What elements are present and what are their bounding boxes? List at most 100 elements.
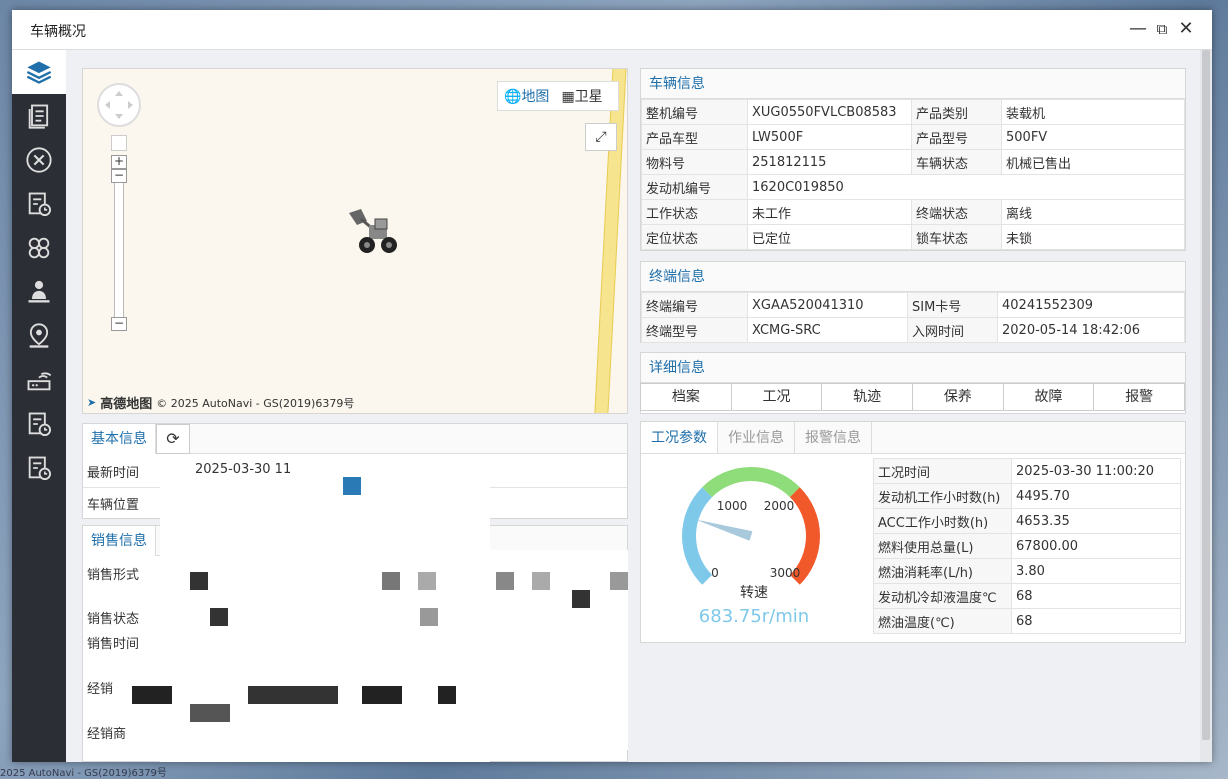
redaction-pixel (418, 572, 436, 590)
sidebar-item-document[interactable] (12, 94, 66, 138)
scrollbar-thumb[interactable] (1202, 50, 1210, 740)
sidebar-item-report-1[interactable] (12, 182, 66, 226)
table-row: 燃油温度(℃) 68 (873, 608, 1181, 634)
window-title: 车辆概况 (30, 24, 86, 40)
gauge-tick-2000: 2000 (764, 499, 795, 513)
sidebar-item-report-3[interactable] (12, 446, 66, 490)
gauge-tick-1000: 1000 (717, 499, 748, 513)
work-condition-tab[interactable]: 工况参数 (641, 422, 718, 453)
param-value: 68 (1011, 583, 1181, 609)
zoom-in-button[interactable]: + (111, 155, 127, 169)
detail-tab[interactable]: 故障 (1002, 383, 1095, 411)
param-label: 燃油温度(℃) (873, 608, 1012, 634)
table-row: ACC工作小时数(h) 4653.35 (873, 508, 1181, 534)
zoom-locate-button[interactable] (111, 135, 127, 151)
field-value: 40241552309 (997, 292, 1185, 318)
window-scrollbar[interactable] (1200, 50, 1212, 762)
zoom-out-button-top[interactable]: − (111, 169, 127, 183)
work-condition-tab[interactable]: 报警信息 (795, 422, 872, 453)
sidebar-item-apps[interactable] (12, 226, 66, 270)
sales-info-tab[interactable]: 销售信息 (83, 526, 156, 556)
map-road (593, 69, 627, 413)
sales-time-label: 销售时间 (87, 637, 140, 652)
work-condition-tab[interactable]: 作业信息 (718, 422, 795, 453)
sidebar-item-person[interactable] (12, 270, 66, 314)
table-row: 发动机冷却液温度℃ 68 (873, 583, 1181, 609)
field-value: 2020-05-14 18:42:06 (997, 317, 1185, 343)
maximize-button[interactable]: ⧉ (1150, 18, 1174, 42)
field-value: XUG0550FVLCB08583 (747, 99, 912, 125)
redaction-pixel (610, 572, 628, 590)
field-label: 产品类别 (911, 99, 1002, 125)
terminal-info-table: 终端编号 XGAA520041310 SIM卡号 40241552309 终端型号 XCM… (641, 292, 1185, 343)
param-label: 发动机工作小时数(h) (873, 483, 1012, 509)
map-pan-control[interactable] (97, 83, 141, 127)
gauge-value: 683.75r/min (699, 606, 809, 627)
redaction-pixel (532, 572, 550, 590)
detail-info-title: 详细信息 (641, 353, 1185, 383)
refresh-button[interactable]: ⟳ (156, 424, 190, 454)
field-value: XGAA520041310 (747, 292, 908, 318)
sales-form-label: 销售形式 (87, 568, 140, 583)
param-label: 发动机冷却液温度℃ (873, 583, 1012, 609)
map-view[interactable]: + − − 🌐地图 ▦卫星 ⤢ ➤ 高德地图 © 2025 AutoNavi -… (82, 68, 628, 414)
sidebar-item-report-2[interactable] (12, 402, 66, 446)
redaction-pixel (382, 572, 400, 590)
work-condition-panel: 工况参数 作业信息 报警信息 0 1000 2000 3000 转速 683.75r… (640, 421, 1186, 643)
field-value: 已定位 (747, 224, 912, 250)
detail-tab[interactable]: 保养 (912, 383, 1004, 411)
gauge-needle (695, 519, 753, 541)
map-type-satellite[interactable]: ▦卫星 (555, 86, 608, 106)
latest-time-value: 2025-03-30 11 (195, 462, 292, 477)
background-map-credit: 2025 AutoNavi - GS(2019)6379号 (0, 768, 167, 779)
map-type-map-label: 地图 (521, 89, 550, 105)
detail-tab[interactable]: 工况 (730, 383, 823, 411)
basic-info-tab[interactable]: 基本信息 (83, 424, 156, 454)
detail-tab[interactable]: 报警 (1093, 383, 1186, 411)
param-label: 燃油消耗率(L/h) (873, 558, 1012, 584)
redaction-pixel (496, 572, 514, 590)
redaction-pixel (210, 608, 228, 626)
field-label: 工作状态 (641, 199, 748, 225)
field-value: 未工作 (747, 199, 912, 225)
vehicle-info-title: 车辆信息 (641, 69, 1185, 99)
person-icon (28, 280, 50, 303)
report-clock-icon (28, 412, 52, 437)
zoom-out-button[interactable]: − (111, 317, 127, 331)
detail-tab[interactable]: 轨迹 (821, 383, 914, 411)
param-value: 68 (1011, 608, 1181, 634)
sales-status-label: 销售状态 (87, 612, 140, 627)
table-row: 产品车型 LW500F 产品型号 500FV (641, 124, 1185, 150)
sidebar-item-router[interactable] (12, 358, 66, 402)
table-row: 燃料使用总量(L) 67800.00 (873, 533, 1181, 559)
map-brand: 高德地图 (100, 397, 153, 412)
redaction-pixel (190, 704, 230, 722)
field-value: LW500F (747, 124, 912, 150)
table-row: 工况时间 2025-03-30 11:00:20 (873, 458, 1181, 484)
report-clock-icon (28, 192, 52, 217)
param-value: 4653.35 (1011, 508, 1181, 534)
field-label: 发动机编号 (641, 174, 748, 200)
sidebar-item-layers[interactable] (12, 50, 66, 94)
terminal-info-title: 终端信息 (641, 262, 1185, 292)
field-label: 定位状态 (641, 224, 748, 250)
detail-tab[interactable]: 档案 (640, 383, 732, 411)
redaction-pixel (362, 686, 402, 704)
dealer-label-1: 经销 (87, 682, 114, 697)
sidebar-item-tools[interactable] (12, 138, 66, 182)
pan-arrows-icon (105, 91, 133, 119)
map-type-map[interactable]: 🌐地图 (498, 86, 555, 106)
fullscreen-button[interactable]: ⤢ (585, 123, 617, 151)
redaction-pixel (343, 477, 361, 495)
map-type-switch: 🌐地图 ▦卫星 (497, 81, 619, 111)
close-button[interactable]: ✕ (1174, 18, 1198, 42)
field-label: 终端编号 (641, 292, 748, 318)
sidebar-item-location[interactable] (12, 314, 66, 358)
minimize-button[interactable]: — (1126, 18, 1150, 42)
vehicle-info-table: 整机编号 XUG0550FVLCB08583 产品类别 装载机 产品车型 LW500F 产品… (641, 99, 1185, 250)
detail-tabs: 档案 工况 轨迹 保养 故障 报警 (640, 383, 1186, 411)
work-condition-table: 工况时间 2025-03-30 11:00:20 发动机工作小时数(h) 4495.7… (873, 458, 1181, 634)
terminal-info-panel: 终端信息 终端编号 XGAA520041310 SIM卡号 40241552309 终端… (640, 261, 1186, 343)
field-value: XCMG-SRC (747, 317, 908, 343)
field-label: 终端状态 (911, 199, 1002, 225)
